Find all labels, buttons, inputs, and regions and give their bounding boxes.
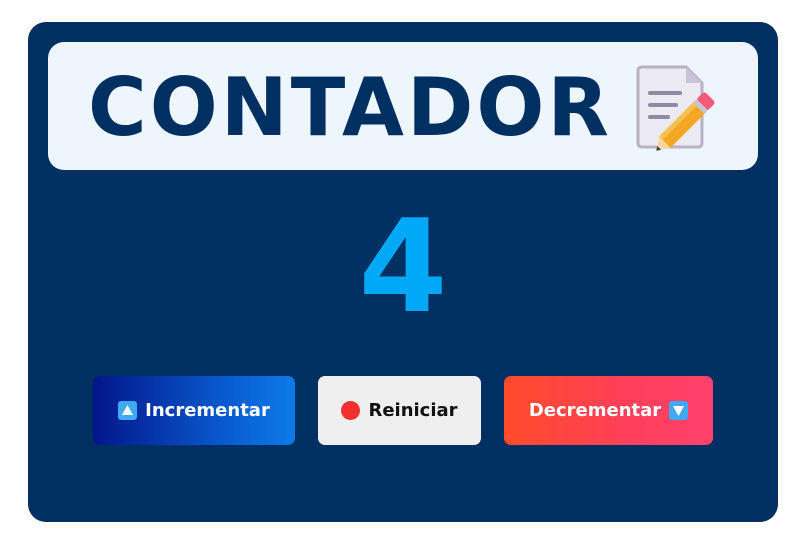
page-title: CONTADOR <box>88 61 612 154</box>
memo-icon <box>636 65 715 151</box>
down-triangle-icon <box>669 401 689 420</box>
increment-label: Incrementar <box>145 400 270 421</box>
decrement-label: Decrementar <box>528 400 662 421</box>
up-triangle-icon <box>118 401 138 420</box>
counter-card: CONTADOR 4 Incrementar Reiniciar Decreme… <box>28 22 778 522</box>
title-banner: CONTADOR <box>48 42 758 170</box>
decrement-button[interactable]: Decrementar <box>504 376 713 445</box>
reset-label: Reiniciar <box>368 400 458 421</box>
red-circle-icon <box>341 401 361 420</box>
reset-button[interactable]: Reiniciar <box>318 376 481 445</box>
counter-value: 4 <box>358 193 448 342</box>
increment-button[interactable]: Incrementar <box>93 376 295 445</box>
